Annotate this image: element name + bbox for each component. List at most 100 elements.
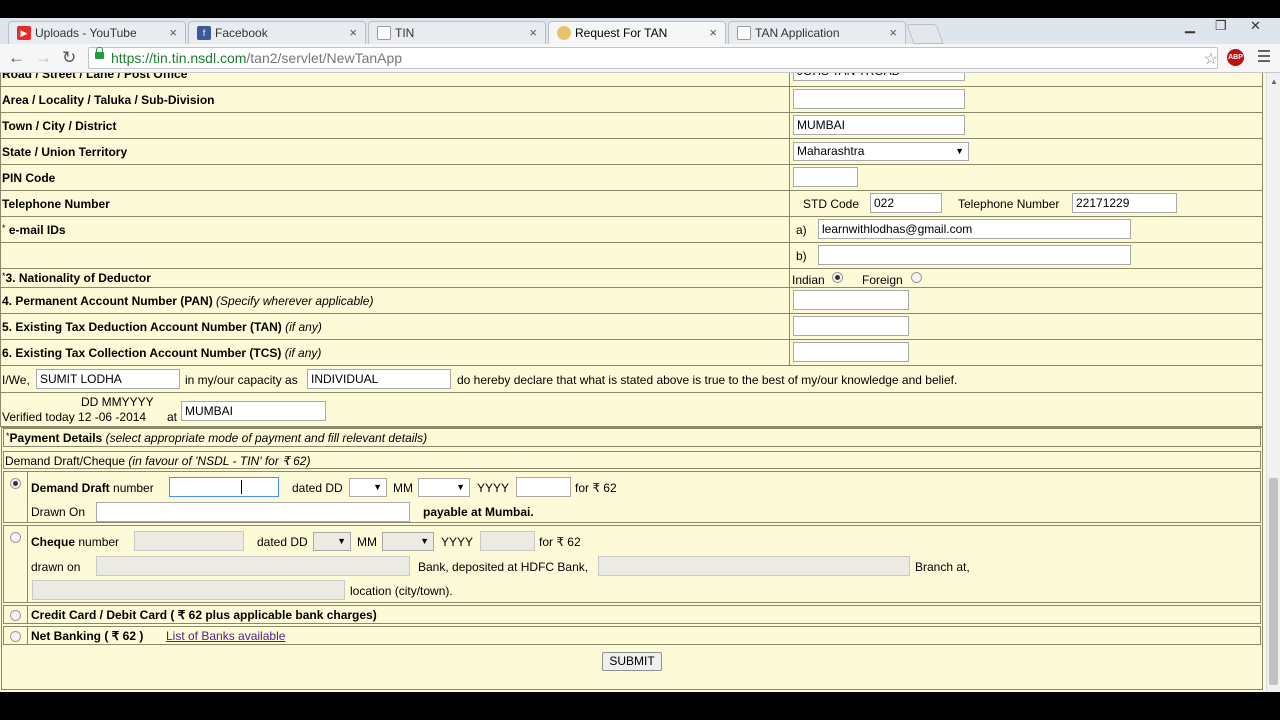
youtube-icon: ▶ xyxy=(17,26,31,40)
dd-cheque-label: Demand Draft/Cheque xyxy=(5,454,126,468)
close-icon[interactable]: × xyxy=(709,22,717,44)
close-icon[interactable]: × xyxy=(169,22,177,44)
capacity-input[interactable]: INDIVIDUAL xyxy=(307,369,451,389)
reload-icon[interactable]: ↻ xyxy=(62,48,76,68)
tab-title: Request For TAN xyxy=(575,26,668,40)
forward-icon[interactable]: → xyxy=(35,48,52,68)
dd-month-select[interactable]: ▼ xyxy=(418,478,470,497)
page-scrollbar[interactable]: ▲ xyxy=(1266,73,1280,692)
nationality-indian-label: Indian xyxy=(792,273,825,287)
telephone-number-input[interactable]: 22171229 xyxy=(1072,193,1177,213)
demand-draft-radio[interactable] xyxy=(10,478,21,489)
url-host: tin.tin.nsdl.com xyxy=(153,50,247,66)
email-label: e-mail IDs xyxy=(8,223,66,237)
cheque-number-input[interactable] xyxy=(134,531,244,551)
dropdown-arrow-icon: ▼ xyxy=(373,482,382,492)
state-label: State / Union Territory xyxy=(2,145,128,159)
row-left-cell xyxy=(0,217,790,242)
nationality-foreign-radio[interactable] xyxy=(911,272,922,283)
tan-input[interactable] xyxy=(793,316,909,336)
pin-input[interactable] xyxy=(793,167,858,187)
cheque-year-input[interactable] xyxy=(480,531,535,551)
dd-yyyy-label: YYYY xyxy=(477,481,510,495)
tab-youtube[interactable]: ▶ Uploads - YouTube × xyxy=(8,21,186,44)
column-divider xyxy=(27,472,28,522)
place-input[interactable]: MUMBAI xyxy=(181,401,326,421)
row-nationality: *3. Nationality of Deductor Indian Forei… xyxy=(0,269,1263,288)
town-label: Town / City / District xyxy=(2,119,117,133)
cheque-branch-input[interactable] xyxy=(598,556,910,576)
submit-button[interactable]: SUBMIT xyxy=(602,652,662,671)
payment-header: *Payment Details (select appropriate mod… xyxy=(3,428,1261,447)
branch-at-text: Branch at, xyxy=(915,560,970,574)
window-close-icon[interactable]: ✕ xyxy=(1250,18,1261,34)
cheque-location-input[interactable] xyxy=(32,580,345,600)
loading-icon xyxy=(557,26,571,40)
required-star: * xyxy=(2,223,6,233)
dd-year-input[interactable] xyxy=(516,477,571,497)
tab-tan-application[interactable]: TAN Application × xyxy=(728,21,906,44)
scroll-up-arrow-icon[interactable]: ▲ xyxy=(1270,77,1278,86)
cheque-day-select[interactable]: ▼ xyxy=(313,532,351,551)
tab-title: Uploads - YouTube xyxy=(35,26,137,40)
row-pan: 4. Permanent Account Number (PAN) (Speci… xyxy=(0,288,1263,314)
tab-title: TAN Application xyxy=(755,26,840,40)
tab-tin[interactable]: TIN × xyxy=(368,21,546,44)
page-icon xyxy=(377,26,391,40)
telephone-label: Telephone Number xyxy=(2,197,110,211)
demand-draft-label: Demand Draft xyxy=(31,481,110,495)
scroll-thumb[interactable] xyxy=(1269,478,1278,685)
nationality-indian-radio[interactable] xyxy=(832,272,843,283)
bookmark-star-icon[interactable]: ☆ xyxy=(1204,49,1218,69)
at-text: at xyxy=(167,410,178,424)
area-input[interactable] xyxy=(793,89,965,109)
bottom-bar xyxy=(0,692,1280,720)
verified-date-text: Verified today 12 -06 -2014 xyxy=(2,410,147,424)
dd-number-input[interactable] xyxy=(169,477,279,497)
maximize-icon[interactable]: ❐ xyxy=(1215,18,1227,34)
email-a-input[interactable]: learnwithlodhas@gmail.com xyxy=(818,219,1131,239)
declarant-name-input[interactable]: SUMIT LODHA xyxy=(36,369,180,389)
dropdown-arrow-icon: ▼ xyxy=(456,482,465,492)
url-scheme: https:// xyxy=(111,50,154,66)
town-input[interactable]: MUMBAI xyxy=(793,115,965,135)
adblock-icon[interactable]: ABP xyxy=(1227,49,1244,66)
cheque-month-select[interactable]: ▼ xyxy=(382,532,434,551)
dd-cheque-note: (in favour of 'NSDL - TIN' for ₹ 62) xyxy=(128,454,311,468)
list-of-banks-link[interactable]: List of Banks available xyxy=(166,629,285,643)
lock-icon xyxy=(95,47,104,59)
nationality-foreign-label: Foreign xyxy=(862,273,903,287)
address-bar[interactable]: https://tin.tin.nsdl.com/tan2/servlet/Ne… xyxy=(88,47,1218,69)
tab-facebook[interactable]: f Facebook × xyxy=(188,21,366,44)
road-input[interactable]: JOHS TAN TROAD xyxy=(793,73,965,81)
pan-input[interactable] xyxy=(793,290,909,310)
close-icon[interactable]: × xyxy=(889,22,897,44)
area-label: Area / Locality / Taluka / Sub-Division xyxy=(2,93,215,107)
menu-icon[interactable] xyxy=(1258,50,1270,65)
road-label: Road / Street / Lane / Post Office xyxy=(2,73,188,81)
dd-drawn-on-input[interactable] xyxy=(96,502,410,522)
net-banking-radio[interactable] xyxy=(10,631,21,642)
minimize-icon[interactable]: ▁ xyxy=(1185,18,1195,34)
back-icon[interactable]: ← xyxy=(8,48,25,68)
row-verified: DD MMYYYY Verified today 12 -06 -2014 at… xyxy=(0,393,1263,427)
cheque-radio[interactable] xyxy=(10,532,21,543)
credit-card-radio[interactable] xyxy=(10,610,21,621)
close-icon[interactable]: × xyxy=(529,22,537,44)
row-road: Road / Street / Lane / Post Office JOHS … xyxy=(0,73,1263,87)
cheque-drawn-on-input[interactable] xyxy=(96,556,410,576)
dd-day-select[interactable]: ▼ xyxy=(349,478,387,497)
row-telephone: Telephone Number STD Code 022 Telephone … xyxy=(0,191,1263,217)
email-b-input[interactable] xyxy=(818,245,1131,265)
tcs-input[interactable] xyxy=(793,342,909,362)
payment-details-note: (select appropriate mode of payment and … xyxy=(105,431,428,445)
new-tab-button[interactable] xyxy=(906,24,944,44)
cheque-dated-label: dated DD xyxy=(257,535,308,549)
browser-chrome: ▶ Uploads - YouTube × f Facebook × TIN ×… xyxy=(0,18,1280,73)
capacity-text: in my/our capacity as xyxy=(185,373,298,387)
close-icon[interactable]: × xyxy=(349,22,357,44)
state-select[interactable]: Maharashtra ▼ xyxy=(793,142,969,161)
std-code-input[interactable]: 022 xyxy=(870,193,942,213)
tab-request-for-tan[interactable]: Request For TAN × xyxy=(548,21,726,44)
row-left-cell xyxy=(0,113,790,138)
